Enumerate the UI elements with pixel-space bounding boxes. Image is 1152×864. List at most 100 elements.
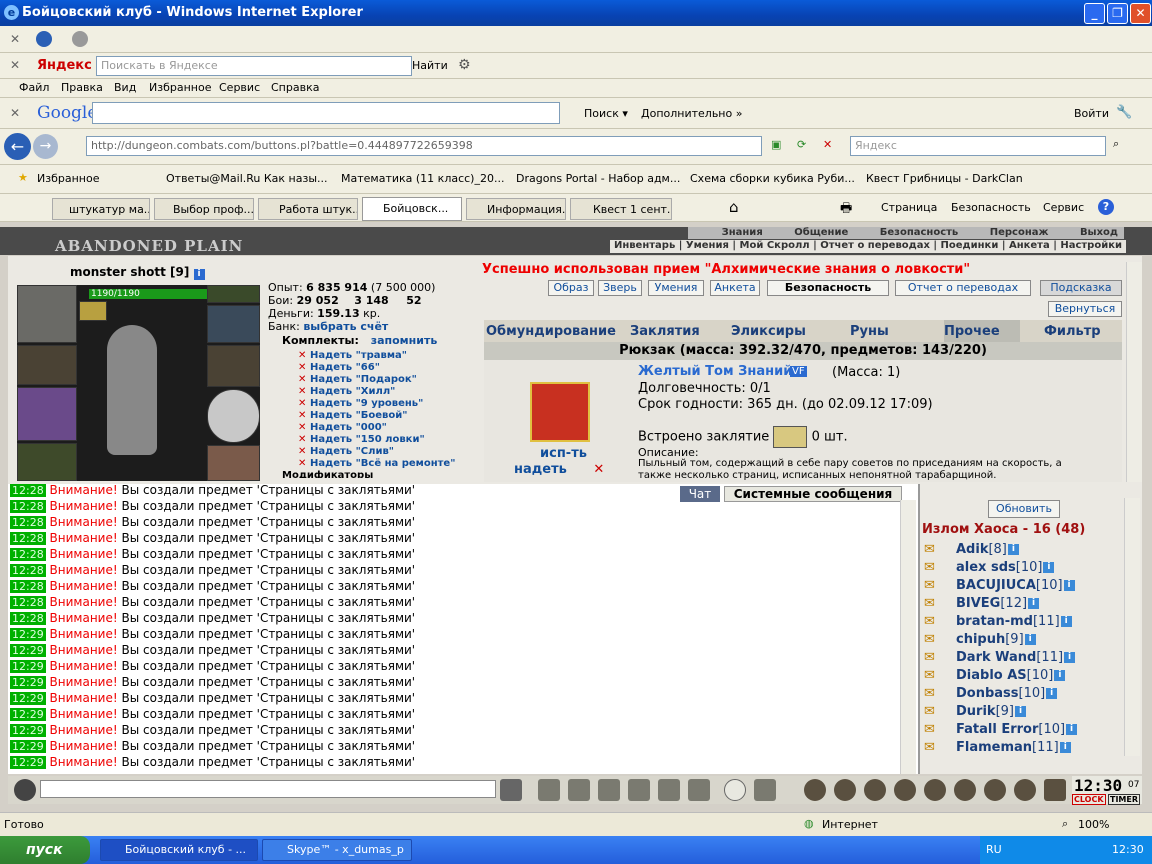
user-info-icon[interactable]: i (1059, 742, 1071, 753)
user-entry[interactable]: ✉ Donbass[10] i (924, 686, 1058, 701)
private-message-icon[interactable]: ✉ (924, 578, 935, 593)
tab-chat[interactable]: Чат (680, 486, 720, 502)
google-search-input[interactable] (92, 102, 560, 124)
send-icon[interactable] (500, 779, 522, 801)
set-item[interactable]: Надеть "150 ловки" (270, 434, 480, 446)
maximize-button[interactable]: ❐ (1107, 3, 1128, 24)
compat-icon[interactable]: ▣ (771, 138, 781, 151)
chat-timestamp[interactable]: 12:29 (10, 724, 46, 737)
refresh-button[interactable]: Обновить (988, 500, 1060, 518)
chat-timestamp[interactable]: 12:29 (10, 660, 46, 673)
help-icon[interactable]: ? (1098, 199, 1114, 215)
home-icon[interactable]: ⌂ (729, 198, 739, 216)
wear-link[interactable]: надеть ✕ (514, 462, 604, 477)
private-message-icon[interactable]: ✉ (924, 614, 935, 629)
language-indicator[interactable]: RU (986, 843, 1002, 856)
user-entry[interactable]: ✉ BACUJIUCA[10] i (924, 578, 1075, 593)
close-toolbar-icon[interactable]: ✕ (10, 58, 20, 72)
set-item[interactable]: Надеть "Хилл" (270, 386, 480, 398)
private-message-icon[interactable]: ✉ (924, 668, 935, 683)
use-link[interactable]: исп-ть (540, 446, 587, 461)
user-name[interactable]: Donbass (956, 686, 1019, 701)
page-menu[interactable]: Страница (881, 201, 937, 214)
user-name[interactable]: Dark Wand (956, 650, 1036, 665)
set-item[interactable]: Надеть "травма" (270, 350, 480, 362)
tome-icon[interactable] (530, 382, 590, 442)
chat-timestamp[interactable]: 12:28 (10, 580, 46, 593)
menu-view[interactable]: Вид (114, 81, 136, 94)
set-item[interactable]: Надеть "9 уровень" (270, 398, 480, 410)
remember-link[interactable]: запомнить (371, 334, 438, 347)
close-toolbar-icon[interactable]: ✕ (10, 32, 20, 46)
tab-2[interactable]: Выбор проф... (154, 198, 254, 220)
nav-exit[interactable]: Выход (1080, 227, 1118, 238)
set-item[interactable]: Надеть "000" (270, 422, 480, 434)
chat-timestamp[interactable]: 12:29 (10, 692, 46, 705)
user-info-icon[interactable]: i (1043, 562, 1055, 573)
item-icon-4[interactable] (894, 779, 916, 801)
inv-tab-runes[interactable]: Руны (850, 324, 889, 339)
private-message-icon[interactable]: ✉ (924, 650, 935, 665)
btn-transfer-report[interactable]: Отчет о переводах (895, 280, 1031, 296)
ring-slot-1[interactable] (207, 285, 260, 303)
user-entry[interactable]: ✉ Dark Wand[11] i (924, 650, 1076, 665)
close-button[interactable]: ✕ (1130, 3, 1151, 24)
modifiers-label[interactable]: Модификаторы (270, 470, 480, 478)
btn-image[interactable]: Образ (548, 280, 594, 296)
hand-icon[interactable] (688, 779, 710, 801)
chat-timestamp[interactable]: 12:28 (10, 548, 46, 561)
private-message-icon[interactable]: ✉ (924, 560, 935, 575)
fav-link-4[interactable]: Схема сборки кубика Руби... (690, 172, 855, 185)
chat-timestamp[interactable]: 12:29 (10, 708, 46, 721)
btn-skills[interactable]: Умения (648, 280, 704, 296)
google-more-button[interactable]: Дополнительно » (641, 107, 742, 120)
tab-5[interactable]: Информация... (466, 198, 566, 220)
private-message-icon[interactable]: ✉ (924, 542, 935, 557)
nav-security[interactable]: Безопасность (880, 227, 959, 238)
menu-edit[interactable]: Правка (61, 81, 103, 94)
info-icon[interactable]: i (193, 269, 205, 280)
tab-4-active[interactable]: Бойцовск... (362, 197, 462, 221)
fav-link-3[interactable]: Dragons Portal - Набор адм... (516, 172, 680, 185)
chat-timestamp[interactable]: 12:29 (10, 644, 46, 657)
user-info-icon[interactable]: i (1046, 688, 1058, 699)
user-info-icon[interactable]: i (1024, 634, 1036, 645)
belt-slot[interactable] (207, 345, 260, 387)
chat-timestamp[interactable]: 12:29 (10, 628, 46, 641)
user-entry[interactable]: ✉ chipuh[9] i (924, 632, 1036, 647)
menu-favorites[interactable]: Избранное (149, 81, 211, 94)
inv-tab-other[interactable]: Прочее (944, 324, 1000, 339)
user-entry[interactable]: ✉ Flameman[11] i (924, 740, 1071, 755)
item-icon-3[interactable] (864, 779, 886, 801)
yandex-find-button[interactable]: Найти (412, 59, 448, 72)
user-entry[interactable]: ✉ bratan-md[11] i (924, 614, 1072, 629)
chat-timestamp[interactable]: 12:28 (10, 516, 46, 529)
btn-profile[interactable]: Анкета (710, 280, 760, 296)
helmet-icon[interactable] (754, 779, 776, 801)
user-info-icon[interactable]: i (1007, 544, 1019, 555)
yandex-search-input[interactable]: Поискать в Яндексе (96, 56, 412, 76)
menu-file[interactable]: Файл (19, 81, 49, 94)
task-skype[interactable]: Skype™ - x_dumas_p (262, 839, 412, 861)
btn-security[interactable]: Безопасность (767, 280, 889, 296)
armor-slot[interactable] (17, 443, 77, 481)
user-entry[interactable]: ✉ Durik[9] i (924, 704, 1026, 719)
service-menu[interactable]: Сервис (1043, 201, 1084, 214)
security-menu[interactable]: Безопасность (951, 201, 1031, 214)
user-name[interactable]: Fatall Error (956, 722, 1038, 737)
item-name[interactable]: Желтый Том Знаний (638, 364, 792, 379)
inv-tab-elixirs[interactable]: Эликсиры (731, 324, 806, 339)
user-info-icon[interactable]: i (1054, 670, 1066, 681)
menu-help[interactable]: Справка (271, 81, 319, 94)
clock-label[interactable]: CLOCK (1072, 794, 1106, 805)
panel-scrollbar[interactable] (1126, 262, 1142, 482)
clear-icon[interactable] (538, 779, 560, 801)
timer-label[interactable]: TIMER (1108, 794, 1141, 805)
user-info-icon[interactable]: i (1060, 616, 1072, 627)
filter-icon[interactable] (568, 779, 590, 801)
globe-icon[interactable] (72, 31, 88, 47)
user-entry[interactable]: ✉ Adik[8] i (924, 542, 1019, 557)
helmet-slot[interactable] (17, 285, 77, 343)
wrench-icon[interactable]: 🔧 (1116, 105, 1132, 120)
user-entry[interactable]: ✉ Fatall Error[10] i (924, 722, 1078, 737)
